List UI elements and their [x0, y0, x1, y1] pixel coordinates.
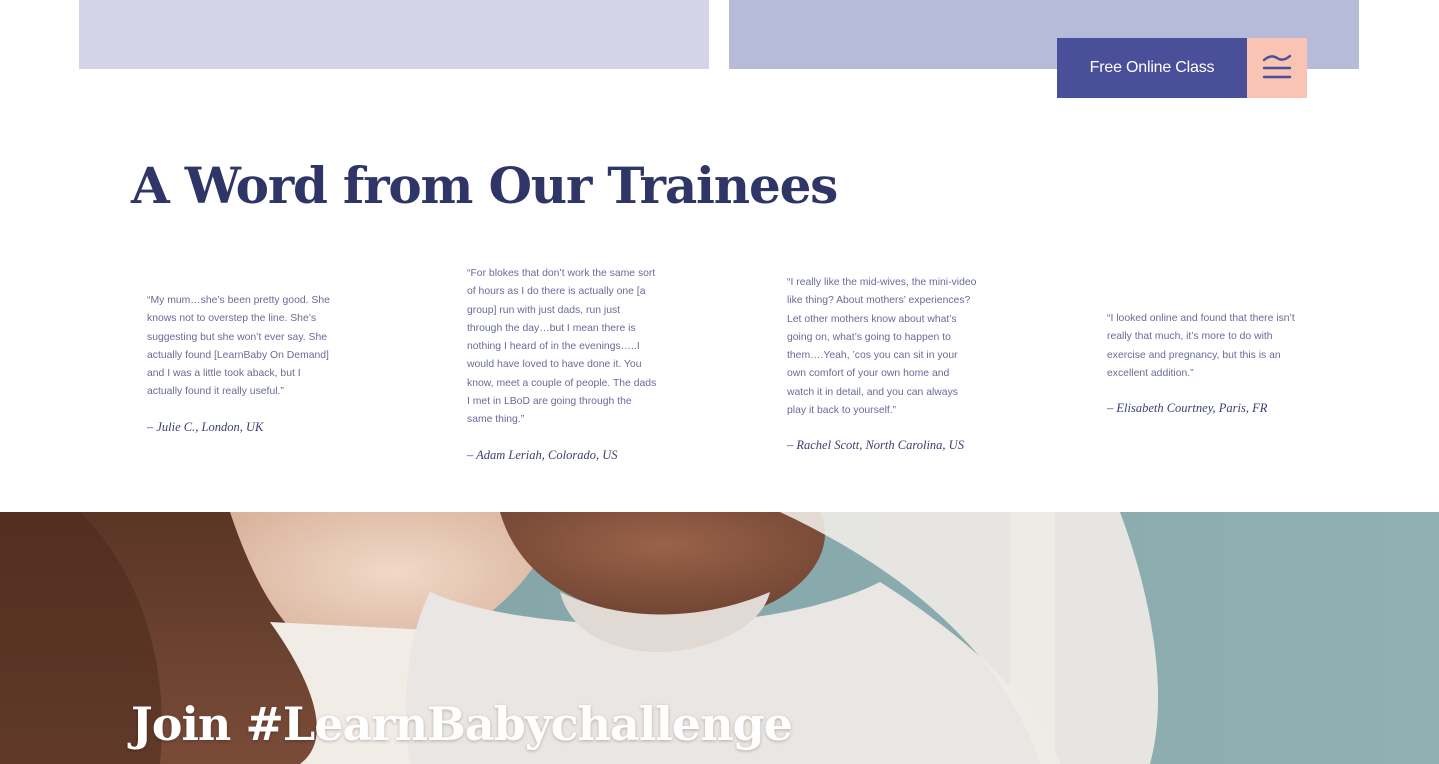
testimonial-author: – Adam Leriah, Colorado, US — [467, 447, 618, 462]
testimonial-quote: “I looked online and found that there is… — [1107, 313, 1295, 379]
testimonial-author: – Rachel Scott, North Carolina, US — [787, 438, 964, 453]
testimonial-card: “I really like the mid-wives, the mini-v… — [787, 274, 977, 453]
testimonial-card: “I looked online and found that there is… — [1107, 310, 1297, 416]
menu-button[interactable] — [1247, 38, 1307, 98]
testimonial-quote: “I really like the mid-wives, the mini-v… — [787, 277, 977, 417]
testimonial-quote: “For blokes that don’t work the same sor… — [467, 268, 657, 426]
testimonial-author: – Julie C., London, UK — [147, 419, 264, 434]
hero-title: Join #LearnBabychallenge — [131, 697, 793, 751]
free-online-class-button[interactable]: Free Online Class — [1057, 38, 1247, 98]
top-card-left — [79, 0, 709, 69]
testimonial-author: – Elisabeth Courtney, Paris, FR — [1107, 401, 1268, 416]
hero-banner: Join #LearnBabychallenge — [0, 512, 1439, 764]
testimonial-card: “My mum…she’s been pretty good. She know… — [147, 292, 337, 435]
testimonial-card: “For blokes that don’t work the same sor… — [467, 265, 657, 463]
testimonial-quote: “My mum…she’s been pretty good. She know… — [147, 295, 330, 398]
section-title: A Word from Our Trainees — [131, 156, 838, 215]
menu-icon — [1262, 54, 1292, 79]
